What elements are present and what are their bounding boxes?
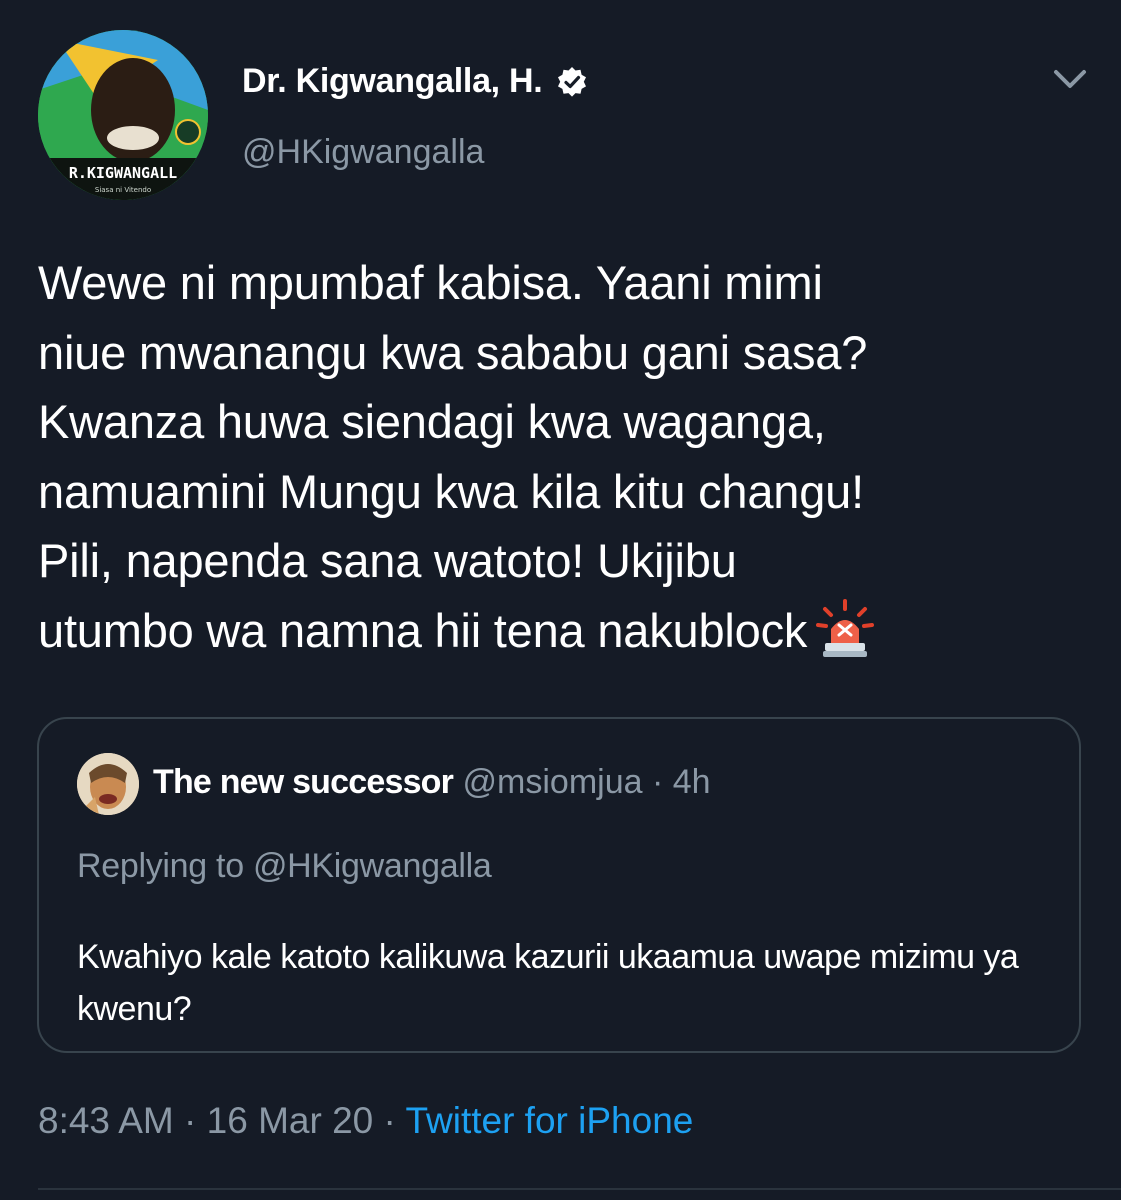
avatar-banner-text: R.KIGWANGALL — [69, 164, 177, 182]
tweet-text-line: Kwanza huwa siendagi kwa waganga, — [38, 395, 826, 449]
tweet-detail-view: R.KIGWANGALL Siasa ni Vitendo Dr. Kigwan… — [0, 0, 1121, 1200]
tweet-text-line: niue mwanangu kwa sababu gani sasa? — [38, 325, 868, 379]
author-handle[interactable]: @HKigwangalla — [242, 133, 484, 172]
quoted-tweet-text: Kwahiyo kale katoto kalikuwa kazurii uka… — [77, 938, 1019, 1028]
tweet-body: Wewe ni mpumbaf kabisa. Yaani mimi niue … — [38, 248, 1098, 666]
tweet-text-line: Wewe ni mpumbaf kabisa. Yaani mimi — [38, 256, 823, 309]
tweet-text-line: namuamini Mungu kwa kila kitu changu! — [38, 464, 864, 518]
police-siren-icon — [815, 598, 875, 659]
tweet-footer: 8:43 AM · 16 Mar 20 · Twitter for iPhone — [38, 1100, 693, 1142]
quoted-author-display-name[interactable]: The new successor — [153, 763, 454, 801]
chevron-down-icon[interactable] — [1048, 62, 1092, 98]
quoted-tweet-card[interactable]: The new successor @msiomjua · 4h Replyin… — [37, 717, 1081, 1053]
tweet-text-last-line: utumbo wa namna hii tena nakublock — [38, 596, 1098, 666]
quoted-tweet-header: The new successor @msiomjua · 4h — [153, 763, 711, 802]
tweet-text-line: utumbo wa namna hii tena nakublock — [38, 603, 808, 657]
quoted-author-avatar[interactable] — [77, 753, 139, 815]
verified-badge-icon — [556, 66, 588, 98]
avatar-banner-subtext: Siasa ni Vitendo — [95, 186, 151, 194]
tweet-text-line: Pili, napenda sana watoto! Ukijibu — [38, 534, 737, 588]
author-avatar[interactable]: R.KIGWANGALL Siasa ni Vitendo — [38, 30, 208, 200]
tweet-timestamp[interactable]: 8:43 AM · 16 Mar 20 · — [38, 1100, 405, 1141]
author-name-row: Dr. Kigwangalla, H. — [242, 62, 588, 101]
quoted-tweet-meta: @msiomjua · 4h — [453, 763, 711, 801]
author-avatar-image: R.KIGWANGALL Siasa ni Vitendo — [38, 30, 208, 200]
divider — [38, 1188, 1121, 1190]
author-display-name[interactable]: Dr. Kigwangalla, H. — [242, 62, 543, 101]
quoted-replying-to: Replying to @HKigwangalla — [77, 847, 492, 885]
tweet-source-link[interactable]: Twitter for iPhone — [405, 1100, 693, 1141]
